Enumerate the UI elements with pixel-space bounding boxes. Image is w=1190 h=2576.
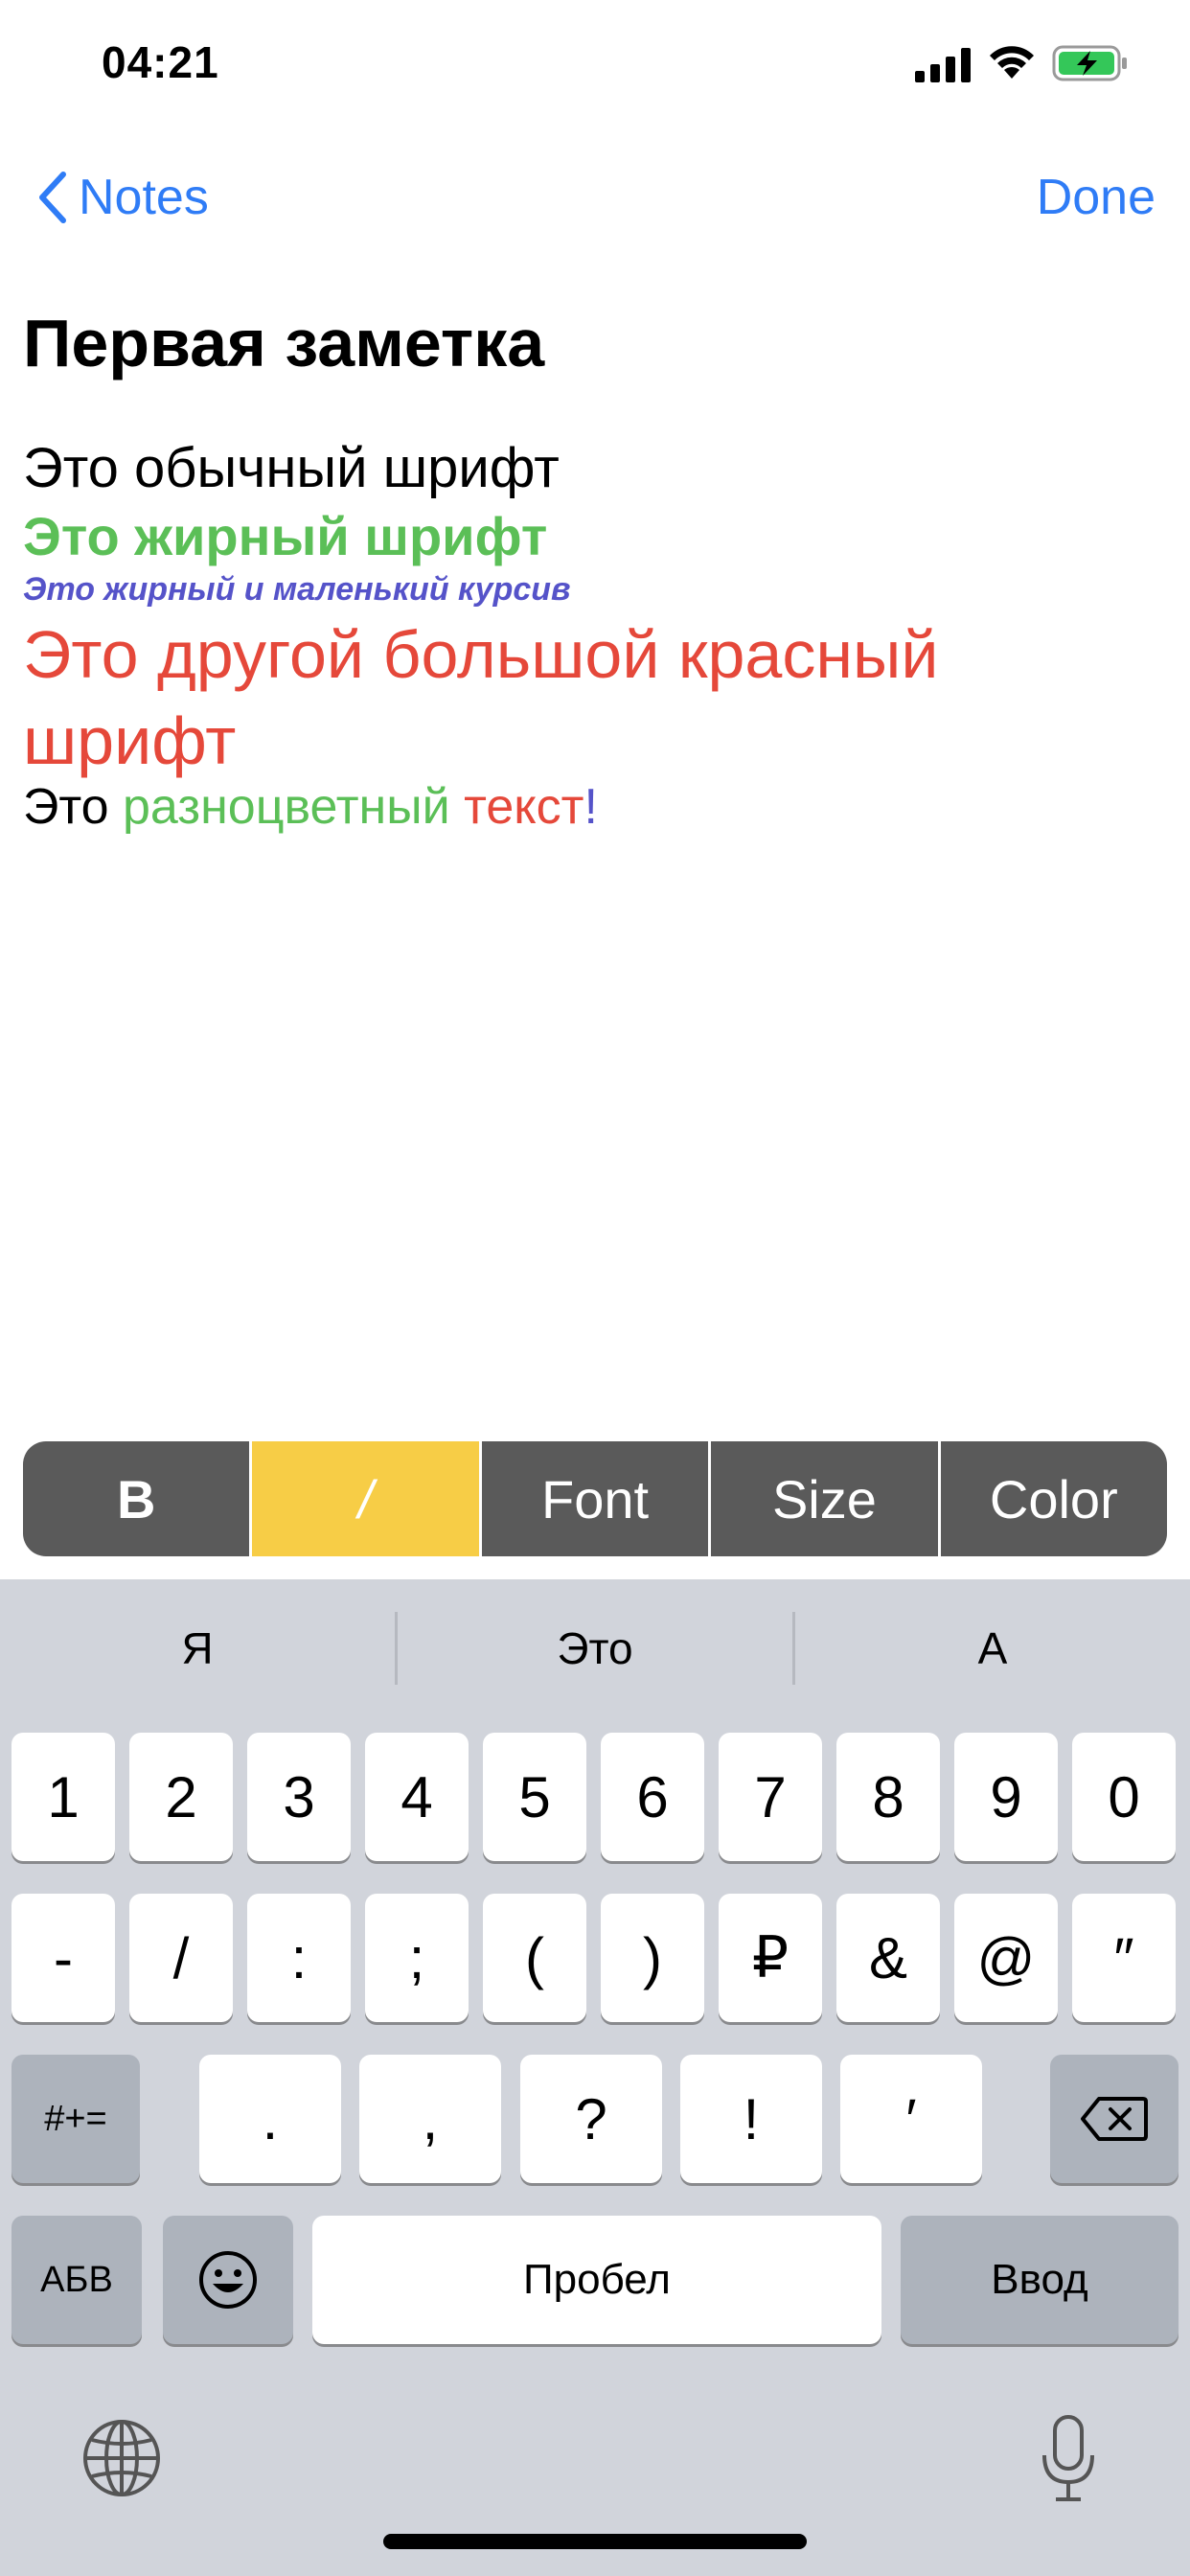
done-button[interactable]: Done — [1037, 169, 1156, 226]
key-semicolon[interactable]: ; — [365, 1894, 469, 2022]
note-line-big-red[interactable]: Это другой большой красный шрифт — [23, 611, 1077, 784]
space-key[interactable]: Пробел — [312, 2216, 881, 2344]
key-8[interactable]: 8 — [836, 1733, 940, 1861]
italic-button[interactable]: / — [252, 1441, 482, 1556]
predictive-bar: Я Это А — [0, 1610, 1190, 1687]
back-button[interactable]: Notes — [34, 169, 209, 226]
globe-icon[interactable] — [80, 2417, 163, 2499]
emoji-icon — [199, 2251, 257, 2309]
multicolor-part-2: разноцветный — [122, 779, 450, 835]
chevron-left-icon — [39, 172, 66, 223]
color-button[interactable]: Color — [941, 1441, 1167, 1556]
key-question[interactable]: ? — [520, 2055, 662, 2183]
layout-switch-key[interactable]: АБВ — [11, 2216, 142, 2344]
size-button[interactable]: Size — [711, 1441, 941, 1556]
note-line-bold-small-italic[interactable]: Это жирный и маленький курсив — [23, 571, 571, 609]
emoji-key[interactable] — [163, 2216, 293, 2344]
key-slash[interactable]: / — [129, 1894, 233, 2022]
multicolor-part-3 — [450, 779, 464, 835]
delete-key[interactable] — [1050, 2055, 1179, 2183]
key-1[interactable]: 1 — [11, 1733, 115, 1861]
key-prime[interactable]: ′ — [840, 2055, 982, 2183]
key-5[interactable]: 5 — [483, 1733, 586, 1861]
cellular-signal-icon — [915, 48, 971, 82]
delete-icon — [1081, 2097, 1148, 2141]
multicolor-part-5: ! — [584, 779, 598, 835]
note-title[interactable]: Первая заметка — [23, 305, 544, 381]
key-9[interactable]: 9 — [954, 1733, 1058, 1861]
status-time: 04:21 — [102, 37, 219, 87]
key-paren-close[interactable]: ) — [601, 1894, 704, 2022]
wifi-icon — [990, 46, 1034, 79]
key-2[interactable]: 2 — [129, 1733, 233, 1861]
key-3[interactable]: 3 — [247, 1733, 351, 1861]
key-4[interactable]: 4 — [365, 1733, 469, 1861]
note-line-bold[interactable]: Это жирный шрифт — [23, 505, 547, 567]
key-ruble[interactable]: ₽ — [719, 1894, 822, 2022]
key-ampersand[interactable]: & — [836, 1894, 940, 2022]
key-exclamation[interactable]: ! — [680, 2055, 822, 2183]
multicolor-part-4: текст — [464, 779, 584, 835]
key-period[interactable]: . — [199, 2055, 341, 2183]
home-indicator[interactable] — [383, 2534, 807, 2549]
microphone-icon[interactable] — [1039, 2413, 1098, 2505]
key-6[interactable]: 6 — [601, 1733, 704, 1861]
note-line-regular[interactable]: Это обычный шрифт — [23, 436, 560, 500]
font-button[interactable]: Font — [482, 1441, 712, 1556]
bold-button[interactable]: B — [23, 1441, 253, 1556]
prediction-1[interactable]: Я — [0, 1610, 395, 1687]
battery-charging-icon — [1052, 45, 1127, 81]
key-0[interactable]: 0 — [1072, 1733, 1176, 1861]
symbols-toggle-key[interactable]: #+= — [11, 2055, 140, 2183]
key-comma[interactable]: , — [359, 2055, 501, 2183]
key-hyphen[interactable]: - — [11, 1894, 115, 2022]
format-toolbar: B / Font Size Color — [23, 1441, 1167, 1556]
key-at[interactable]: @ — [954, 1894, 1058, 2022]
key-paren-open[interactable]: ( — [483, 1894, 586, 2022]
back-label: Notes — [79, 170, 209, 225]
key-7[interactable]: 7 — [719, 1733, 822, 1861]
multicolor-part-1: Это — [23, 779, 123, 835]
key-colon[interactable]: : — [247, 1894, 351, 2022]
key-double-prime[interactable]: ″ — [1072, 1894, 1176, 2022]
prediction-3[interactable]: А — [795, 1610, 1190, 1687]
prediction-2[interactable]: Это — [398, 1610, 792, 1687]
note-line-multicolor[interactable]: Это разноцветный текст! — [23, 778, 598, 836]
return-key[interactable]: Ввод — [901, 2216, 1179, 2344]
